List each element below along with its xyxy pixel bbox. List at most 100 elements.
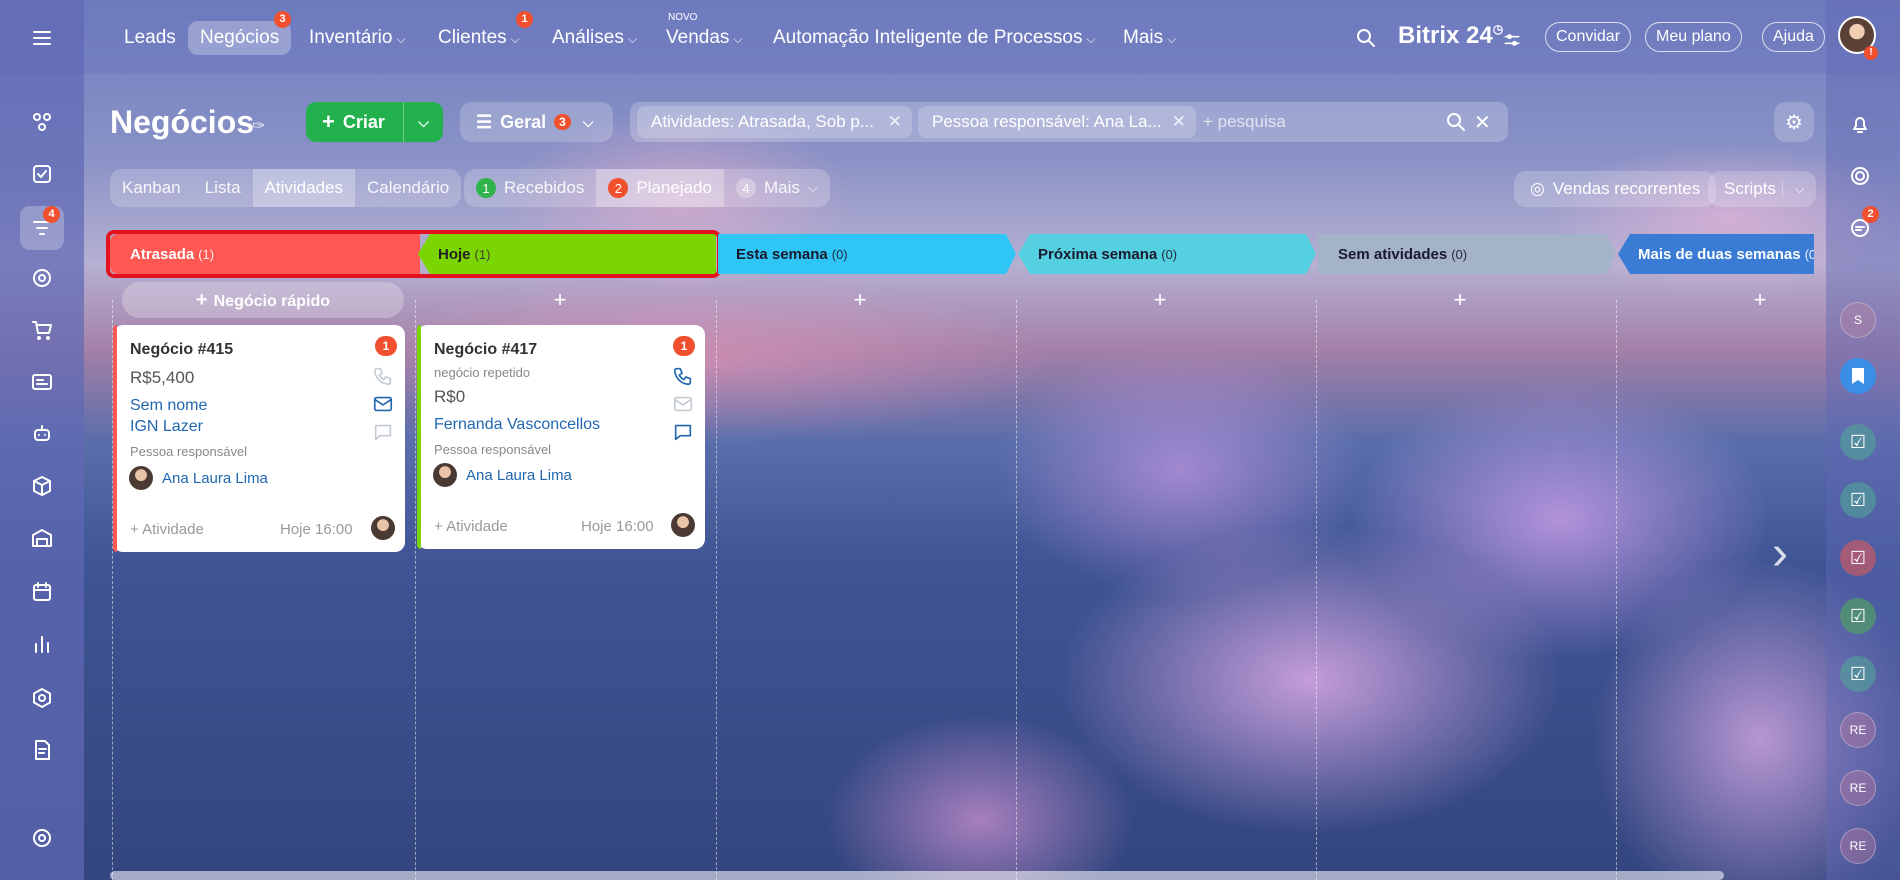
recurring-sales-button[interactable]: ◎ Vendas recorrentes — [1514, 171, 1717, 207]
task-avatar[interactable]: ☑ — [1840, 482, 1876, 518]
filter-icon: ☰ — [476, 111, 493, 132]
task-avatar[interactable]: ☑ — [1840, 540, 1876, 576]
nav-label: Leads — [124, 27, 176, 48]
add-activity-button[interactable]: + Atividade — [434, 518, 508, 535]
nav-analytics[interactable]: Análises ⌵ — [540, 21, 649, 55]
pin-icon[interactable]: ✑ — [252, 116, 265, 136]
chat-bubble-icon[interactable] — [672, 421, 694, 443]
warehouse-icon[interactable] — [28, 524, 56, 552]
task-avatar[interactable]: ☑ — [1840, 598, 1876, 634]
nav-leads[interactable]: Leads — [112, 21, 188, 55]
cart-icon[interactable] — [28, 316, 56, 344]
box-icon[interactable] — [28, 472, 56, 500]
close-icon[interactable]: ✕ — [888, 106, 902, 138]
deal-card[interactable]: Negócio #415 1 R$5,400 Sem nome IGN Laze… — [113, 325, 405, 552]
responsible-name[interactable]: Ana Laura Lima — [162, 470, 268, 487]
column-divider — [415, 300, 416, 880]
recent-chat-avatar[interactable]: S — [1840, 302, 1876, 338]
chevron-down-icon[interactable]: ⌵ — [1782, 181, 1816, 197]
tab-kanban[interactable]: Kanban — [110, 169, 193, 207]
responsible-name[interactable]: Ana Laura Lima — [466, 467, 572, 484]
card-icon[interactable] — [28, 368, 56, 396]
phone-icon[interactable] — [672, 365, 694, 387]
scripts-button[interactable]: Scripts ⌵ — [1708, 171, 1816, 207]
help-button[interactable]: Ajuda — [1762, 22, 1825, 52]
clear-icon[interactable]: ✕ — [1474, 110, 1491, 135]
menu-icon[interactable] — [28, 24, 56, 52]
nav-deals[interactable]: Negócios — [188, 21, 292, 55]
nav-sales[interactable]: Vendas ⌵ — [654, 21, 755, 55]
search-icon[interactable] — [1444, 110, 1468, 134]
avatar-label: S — [1853, 313, 1862, 327]
search-input[interactable]: + pesquisa — [1203, 112, 1286, 132]
tab-calendar[interactable]: Calendário — [355, 169, 461, 207]
task-avatar[interactable]: ☑ — [1840, 656, 1876, 692]
tab-list[interactable]: Lista — [193, 169, 253, 207]
counter-received[interactable]: 1 Recebidos — [464, 169, 596, 207]
create-dropdown[interactable]: ⌵ — [403, 102, 443, 142]
add-activity-button[interactable]: + Atividade — [130, 521, 204, 538]
contact-link[interactable]: Sem nome — [130, 397, 207, 415]
column-title: Próxima semana — [1038, 245, 1158, 263]
close-icon[interactable]: ✕ — [1172, 106, 1186, 138]
copilot-icon[interactable] — [1848, 164, 1872, 188]
general-button[interactable]: ☰ Geral 3 ⌵ — [460, 102, 613, 142]
tasks-icon[interactable] — [28, 160, 56, 188]
mail-icon[interactable] — [672, 393, 694, 415]
sliders-icon[interactable] — [1502, 30, 1522, 50]
bookmark-avatar[interactable] — [1840, 358, 1876, 394]
card-status-bar — [417, 325, 421, 549]
plan-button[interactable]: Meu plano — [1645, 22, 1742, 52]
nav-inventory[interactable]: Inventário ⌵ — [297, 21, 418, 55]
analytics-icon[interactable] — [28, 630, 56, 658]
add-deal-button[interactable]: + — [1150, 289, 1170, 311]
settings-button[interactable]: ⚙ — [1774, 102, 1814, 142]
add-deal-button[interactable]: + — [850, 289, 870, 311]
settings-icon[interactable] — [28, 824, 56, 852]
company-link[interactable]: IGN Lazer — [130, 418, 203, 436]
recent-chat-avatar[interactable]: RE — [1840, 712, 1876, 748]
filter-chip[interactable]: Pessoa responsável: Ana La... ✕ — [918, 106, 1196, 138]
scroll-right-arrow[interactable]: › — [1772, 530, 1788, 578]
nav-label: Automação Inteligente de Processos — [773, 27, 1083, 48]
column-header-two-weeks[interactable]: Mais de duas semanas (0) — [1618, 234, 1814, 274]
add-deal-button[interactable]: + — [1450, 289, 1470, 311]
column-count: (0) — [1451, 246, 1468, 262]
nav-more[interactable]: Mais ⌵ — [1111, 21, 1188, 55]
quick-deal-button[interactable]: + Negócio rápido — [122, 282, 404, 318]
contact-link[interactable]: Fernanda Vasconcellos — [434, 416, 600, 434]
counter-more[interactable]: 4 Mais ⌵ — [724, 169, 830, 207]
create-button[interactable]: + Criar ⌵ — [306, 102, 443, 142]
nav-clients[interactable]: Clientes ⌵ — [426, 21, 532, 55]
add-deal-button[interactable]: + — [1750, 289, 1770, 311]
nav-automation[interactable]: Automação Inteligente de Processos ⌵ — [761, 21, 1108, 55]
hexagon-icon[interactable] — [28, 684, 56, 712]
crm-icon[interactable] — [28, 108, 56, 136]
counter-planned[interactable]: 2 Planejado — [596, 169, 724, 207]
deal-title[interactable]: Negócio #417 — [434, 341, 537, 359]
invite-button[interactable]: Convidar — [1545, 22, 1632, 52]
filter-chip[interactable]: Atividades: Atrasada, Sob p... ✕ — [637, 106, 912, 138]
recent-chat-avatar[interactable]: RE — [1840, 770, 1876, 806]
add-deal-button[interactable]: + — [550, 289, 570, 311]
recent-chat-avatar[interactable]: RE — [1840, 828, 1876, 864]
tab-activities[interactable]: Atividades — [252, 169, 355, 207]
chat-bubble-icon[interactable] — [372, 421, 394, 443]
search-icon[interactable] — [1354, 26, 1378, 50]
activity-time: Hoje 16:00 — [280, 521, 353, 538]
deal-card[interactable]: Negócio #417 1 negócio repetido R$0 Fern… — [417, 325, 705, 549]
chevron-down-icon: ⌵ — [582, 113, 594, 130]
bell-icon[interactable] — [1848, 112, 1872, 136]
column-header-next-week[interactable]: Próxima semana (0) — [1018, 234, 1316, 274]
phone-icon[interactable] — [372, 365, 394, 387]
task-avatar[interactable]: ☑ — [1840, 424, 1876, 460]
calendar-icon[interactable] — [28, 578, 56, 606]
column-header-no-activities[interactable]: Sem atividades (0) — [1318, 234, 1616, 274]
deal-title[interactable]: Negócio #415 — [130, 341, 233, 359]
column-header-this-week[interactable]: Esta semana (0) — [718, 234, 1016, 274]
mail-icon[interactable] — [372, 393, 394, 415]
robot-icon[interactable] — [28, 420, 56, 448]
horizontal-scrollbar[interactable] — [110, 871, 1724, 880]
document-icon[interactable] — [28, 736, 56, 764]
target-icon[interactable] — [28, 264, 56, 292]
